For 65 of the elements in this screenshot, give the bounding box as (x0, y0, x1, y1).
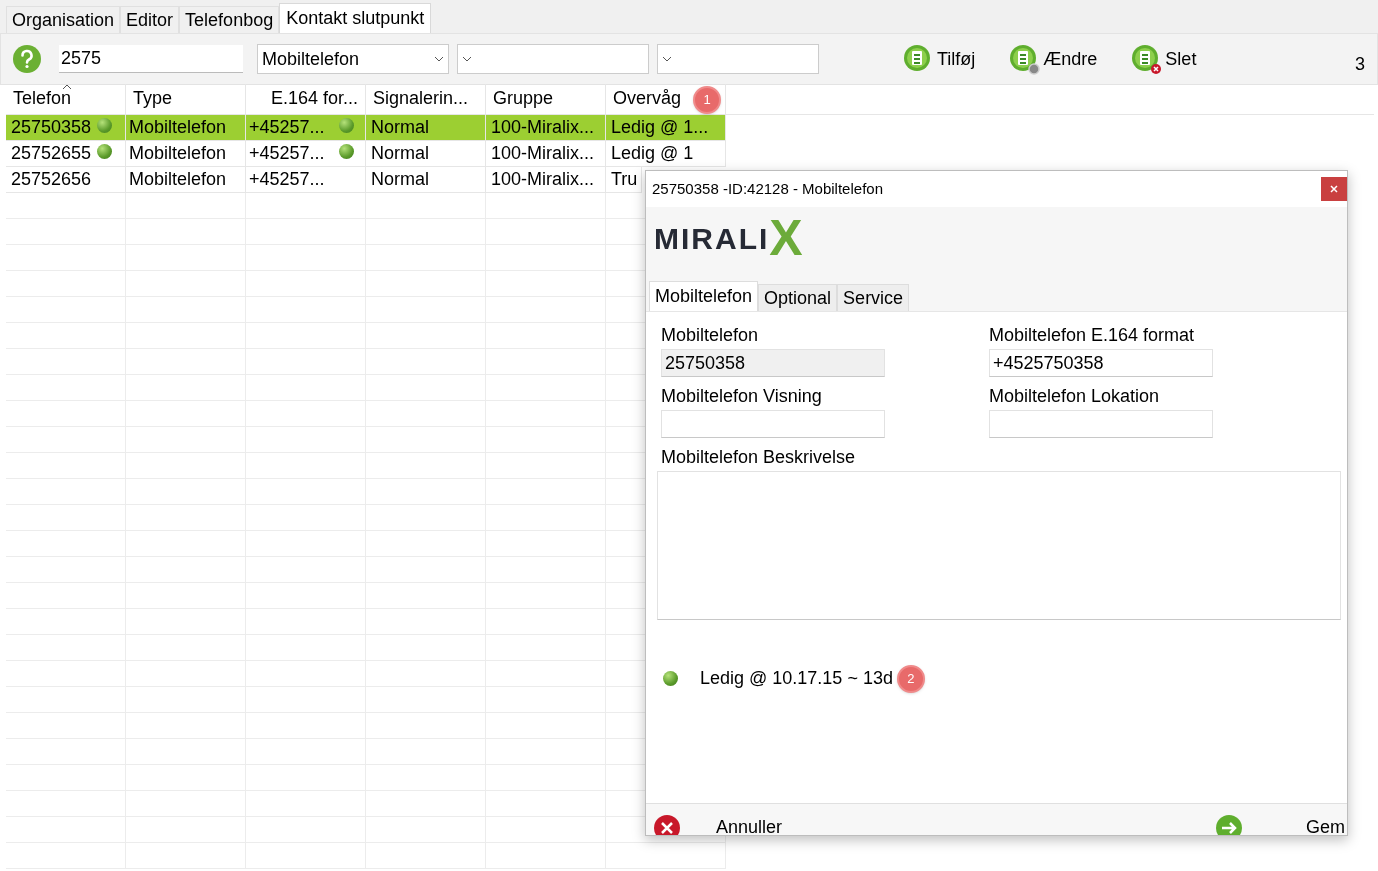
status-text: Ledig @ 10.17.15 ~ 13d (700, 666, 893, 690)
close-button[interactable] (1321, 177, 1347, 201)
table-cell-text: 100-Miralix... (491, 168, 595, 191)
column-header[interactable]: Telefon (6, 84, 126, 114)
tab[interactable]: Mobiltelefon (649, 281, 759, 311)
table-cell-text: 25752656 (11, 168, 92, 191)
document-delete-icon (1131, 43, 1164, 75)
window-title: 25750358 -ID:42128 - Mobiltelefon (652, 178, 883, 199)
table-row[interactable]: 25750358 Mobiltelefon +45257... Normal 100-Miralix... Ledig @ 1... (6, 115, 726, 141)
table-cell-text: Normal (371, 142, 429, 165)
description-field[interactable] (657, 471, 1341, 620)
table-cell-text: 25750358 (11, 116, 92, 139)
table-row[interactable]: 25752655 Mobiltelefon +45257... Normal 100-Miralix... Ledig @ 1 (6, 141, 726, 167)
field-label: Mobiltelefon (661, 324, 760, 347)
cancel-button[interactable]: Annuller (654, 814, 783, 835)
annotation-badge: 2 (896, 664, 925, 693)
table-cell-text: +45257... (249, 142, 325, 165)
chevron-down-icon (434, 56, 444, 62)
table-cell-text: +45257... (249, 116, 325, 139)
table-cell-text: 100-Miralix... (491, 142, 595, 165)
table-cell-text: Mobiltelefon (129, 142, 227, 165)
table-cell-text: Normal (371, 116, 429, 139)
field-label: Mobiltelefon Visning (661, 385, 823, 408)
tab[interactable]: Organisation (6, 6, 121, 33)
table-cell-text: Normal (371, 168, 429, 191)
chevron-down-icon (462, 56, 472, 62)
table-cell-text: Tru (611, 168, 638, 191)
field-label: Mobiltelefon Lokation (989, 385, 1161, 408)
table-row[interactable]: 25752656 Mobiltelefon +45257... Normal 100-Miralix... Tru (6, 167, 642, 193)
filter-dropdown[interactable] (457, 44, 649, 74)
field-label: Mobiltelefon Beskrivelse (661, 446, 857, 469)
record-count: 3 (1355, 52, 1365, 76)
table-cell-text: 25752655 (11, 142, 92, 165)
filter-dropdown[interactable]: Mobiltelefon (257, 44, 449, 74)
table-cell-text: +45257... (249, 168, 325, 191)
input-field[interactable] (989, 410, 1213, 438)
toolbar-button[interactable]: Tilføj (903, 43, 976, 75)
filter-dropdown[interactable] (657, 44, 819, 74)
logo: MIRALIX (654, 215, 806, 261)
tab[interactable]: Telefonbog (179, 6, 280, 33)
annotation-badge: 1 (693, 86, 722, 114)
chevron-down-icon (662, 56, 672, 62)
column-header[interactable]: Type (126, 84, 246, 114)
table-cell-text: Ledig @ 1... (611, 116, 709, 139)
column-header[interactable]: E.164 for... (246, 84, 366, 114)
field-label: Mobiltelefon E.164 format (989, 324, 1196, 347)
input-field[interactable] (661, 410, 885, 438)
tab[interactable]: Editor (120, 6, 180, 33)
tab[interactable]: Service (837, 284, 910, 311)
save-button[interactable]: Gem (1216, 814, 1345, 835)
search-field[interactable]: 2575 (59, 45, 243, 73)
close-icon (1330, 185, 1338, 193)
table-cell-text: Mobiltelefon (129, 168, 227, 191)
tab[interactable]: Kontakt slutpunkt (279, 3, 432, 33)
help-icon[interactable] (13, 45, 41, 73)
toolbar-button[interactable]: Slet (1131, 43, 1197, 75)
table-cell-text: 100-Miralix... (491, 116, 595, 139)
column-header[interactable]: Signalerin... (366, 84, 486, 114)
tab[interactable]: Optional (758, 284, 838, 311)
column-header[interactable]: Gruppe (486, 84, 606, 114)
input-field[interactable]: +4525750358 (989, 349, 1213, 377)
sort-caret-icon (62, 84, 72, 90)
table-cell-text: Mobiltelefon (129, 116, 227, 139)
toolbar-button[interactable]: Ændre (1009, 43, 1098, 75)
table-cell-text: Ledig @ 1 (611, 142, 694, 165)
